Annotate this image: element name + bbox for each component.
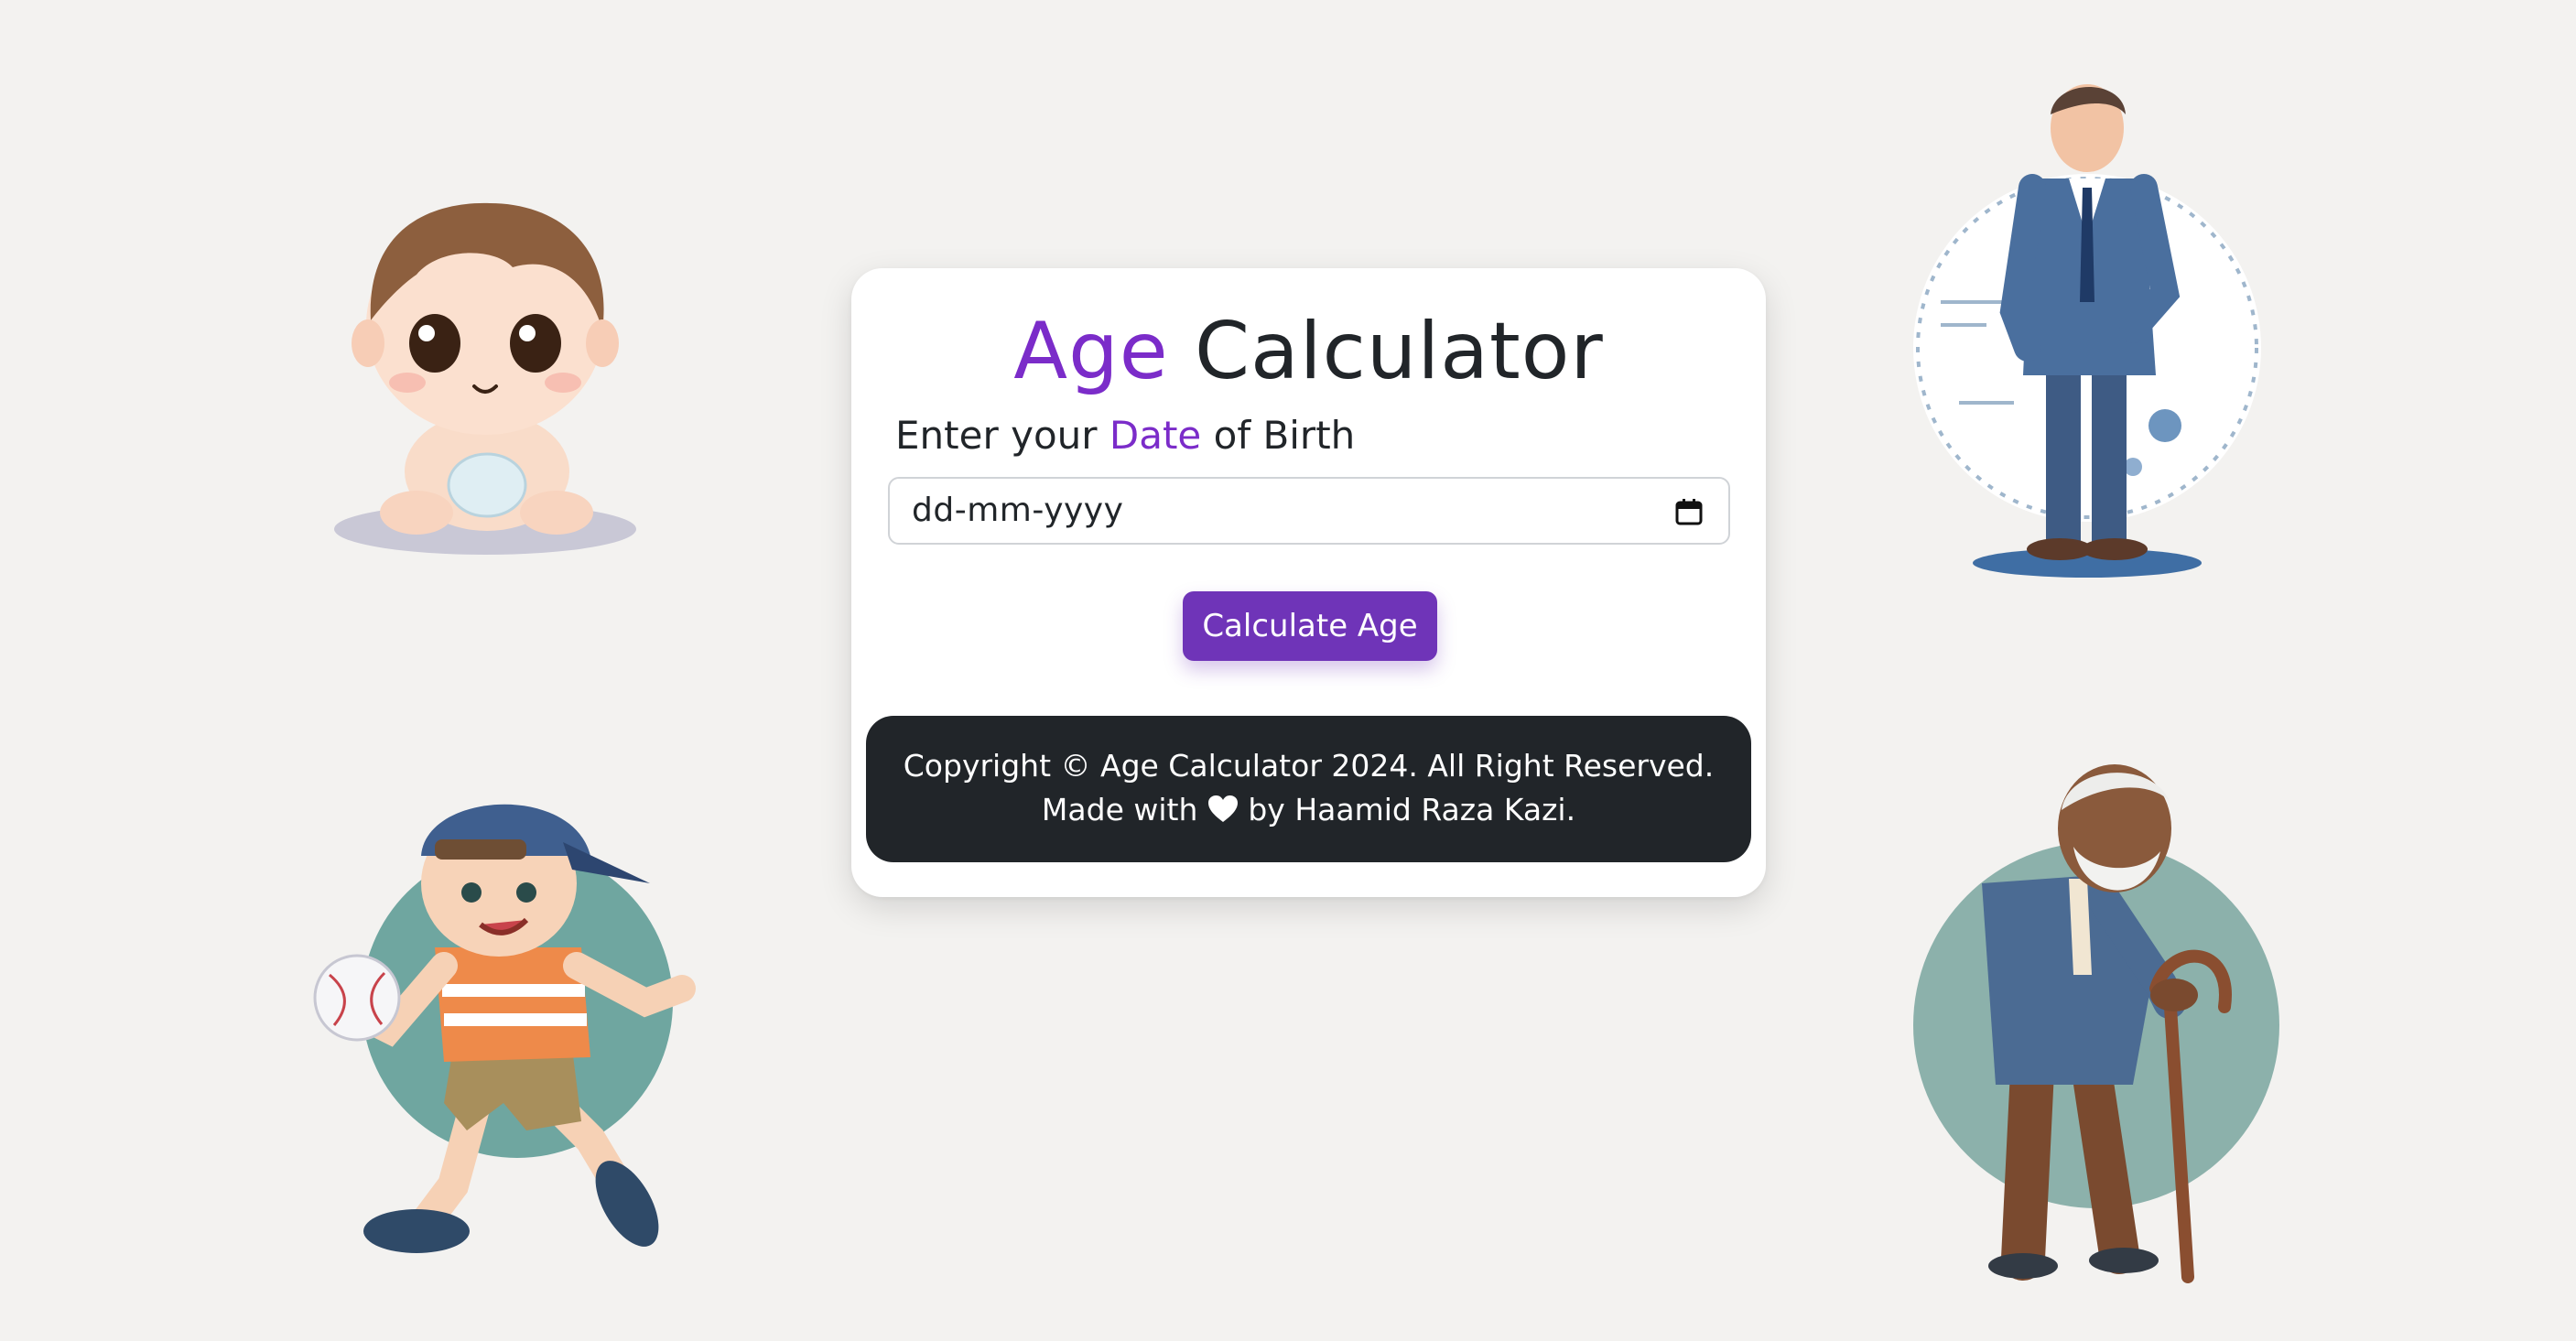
elderly-man-illustration (1895, 746, 2289, 1295)
made-with-line: Made with by Haamid Raza Kazi. (866, 788, 1751, 832)
heart-icon (1207, 795, 1238, 822)
date-of-birth-input[interactable]: dd-mm-yyyy (888, 477, 1730, 545)
calendar-icon[interactable] (1675, 498, 1703, 525)
footer: Copyright © Age Calculator 2024. All Rig… (866, 716, 1751, 862)
title-rest: Calculator (1168, 306, 1604, 397)
man-illustration (1904, 73, 2270, 586)
label-prefix: Enter your (895, 413, 1109, 458)
made-with-text: Made with (1041, 792, 1198, 827)
author-text: by Haamid Raza Kazi. (1238, 792, 1576, 827)
calculate-age-button[interactable]: Calculate Age (1183, 591, 1437, 661)
label-accent: Date (1109, 413, 1202, 458)
page-title: Age Calculator (851, 307, 1766, 397)
baby-illustration (330, 146, 650, 568)
title-accent: Age (1013, 306, 1169, 397)
boy-illustration (298, 755, 728, 1268)
age-calculator-card: Age Calculator Enter your Date of Birth … (851, 268, 1766, 897)
label-suffix: of Birth (1201, 413, 1356, 458)
page: Age Calculator Enter your Date of Birth … (0, 0, 2576, 1341)
date-placeholder: dd-mm-yyyy (912, 492, 1124, 529)
date-of-birth-label: Enter your Date of Birth (895, 413, 1355, 459)
copyright-text: Copyright © Age Calculator 2024. All Rig… (903, 748, 1715, 784)
